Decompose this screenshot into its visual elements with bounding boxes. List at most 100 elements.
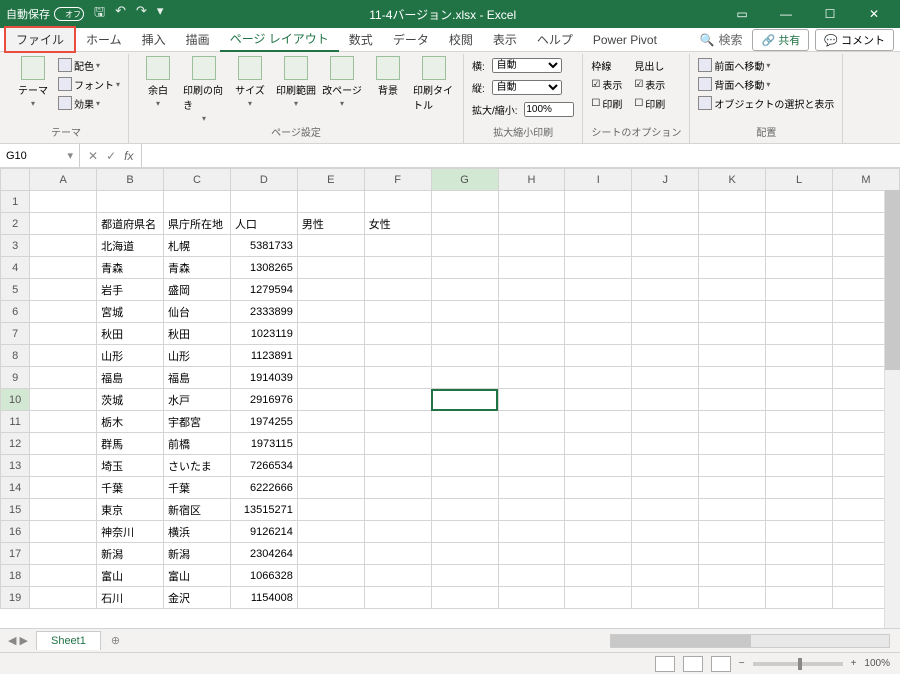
cell[interactable]	[632, 323, 699, 345]
cell[interactable]	[364, 257, 431, 279]
cell[interactable]: 新潟	[164, 543, 231, 565]
cell[interactable]	[632, 301, 699, 323]
cell[interactable]	[699, 345, 766, 367]
row-header[interactable]: 7	[1, 323, 30, 345]
cell[interactable]	[364, 191, 431, 213]
cell[interactable]	[699, 279, 766, 301]
cell[interactable]	[431, 257, 498, 279]
cell[interactable]: 茨城	[97, 389, 164, 411]
cell[interactable]: 東京	[97, 499, 164, 521]
cell[interactable]	[30, 345, 97, 367]
cell[interactable]	[297, 367, 364, 389]
cell[interactable]	[498, 499, 565, 521]
gridlines-view-check[interactable]: ☑ 表示	[591, 75, 622, 93]
headings-view-check[interactable]: ☑ 表示	[634, 75, 665, 93]
cell[interactable]	[699, 367, 766, 389]
row-header[interactable]: 9	[1, 367, 30, 389]
sheet-tab[interactable]: Sheet1	[36, 631, 101, 650]
cell[interactable]: 前橋	[164, 433, 231, 455]
row-header[interactable]: 3	[1, 235, 30, 257]
col-header[interactable]: A	[30, 169, 97, 191]
cell[interactable]	[565, 235, 632, 257]
cell[interactable]	[766, 455, 833, 477]
cell[interactable]	[364, 323, 431, 345]
cell[interactable]	[30, 213, 97, 235]
cell[interactable]	[632, 543, 699, 565]
zoom-level[interactable]: 100%	[864, 658, 890, 669]
col-header[interactable]: D	[230, 169, 297, 191]
cell[interactable]	[632, 257, 699, 279]
col-header[interactable]: L	[766, 169, 833, 191]
cell[interactable]	[766, 587, 833, 609]
cell[interactable]	[431, 521, 498, 543]
cell[interactable]	[766, 565, 833, 587]
cell[interactable]	[766, 543, 833, 565]
tab-page-layout[interactable]: ページ レイアウト	[220, 27, 339, 52]
cell[interactable]	[632, 367, 699, 389]
cell[interactable]	[30, 279, 97, 301]
cell[interactable]	[766, 279, 833, 301]
cell[interactable]: 1914039	[230, 367, 297, 389]
cell[interactable]: 2333899	[230, 301, 297, 323]
horizontal-scrollbar[interactable]	[610, 634, 890, 648]
share-button[interactable]: 🔗 共有	[752, 29, 809, 51]
col-header[interactable]: C	[164, 169, 231, 191]
select-all-corner[interactable]	[1, 169, 30, 191]
cell[interactable]	[364, 345, 431, 367]
row-header[interactable]: 5	[1, 279, 30, 301]
cell[interactable]: 神奈川	[97, 521, 164, 543]
cell[interactable]	[297, 257, 364, 279]
cell[interactable]	[30, 587, 97, 609]
row-header[interactable]: 4	[1, 257, 30, 279]
cell[interactable]	[632, 565, 699, 587]
cell[interactable]	[431, 433, 498, 455]
effects-button[interactable]: 効果	[58, 94, 120, 112]
cell[interactable]	[498, 389, 565, 411]
cell[interactable]	[30, 367, 97, 389]
breaks-button[interactable]: 改ページ	[321, 56, 363, 108]
cell[interactable]	[498, 323, 565, 345]
col-header[interactable]: F	[364, 169, 431, 191]
cell[interactable]: 9126214	[230, 521, 297, 543]
cell[interactable]	[498, 213, 565, 235]
cell[interactable]: さいたま	[164, 455, 231, 477]
pagelayout-view-icon[interactable]	[683, 656, 703, 672]
cell[interactable]	[699, 389, 766, 411]
zoom-in-button[interactable]: +	[851, 658, 857, 669]
row-header[interactable]: 12	[1, 433, 30, 455]
cell[interactable]	[230, 191, 297, 213]
col-header[interactable]: G	[431, 169, 498, 191]
cell[interactable]: 札幌	[164, 235, 231, 257]
cell[interactable]	[766, 367, 833, 389]
cell[interactable]	[565, 477, 632, 499]
row-header[interactable]: 15	[1, 499, 30, 521]
cell[interactable]: 1279594	[230, 279, 297, 301]
save-icon[interactable]: 🖫	[94, 3, 105, 25]
cell[interactable]	[297, 587, 364, 609]
sheet-nav[interactable]: ◀ ▶	[0, 634, 36, 647]
cell[interactable]: 人口	[230, 213, 297, 235]
cell[interactable]	[498, 587, 565, 609]
cell[interactable]	[30, 455, 97, 477]
cell[interactable]	[699, 191, 766, 213]
tab-data[interactable]: データ	[383, 28, 439, 51]
maximize-icon[interactable]: ☐	[810, 0, 850, 28]
cell[interactable]	[565, 587, 632, 609]
cell[interactable]	[699, 455, 766, 477]
cell[interactable]	[699, 301, 766, 323]
cell[interactable]	[297, 345, 364, 367]
cell[interactable]: 群馬	[97, 433, 164, 455]
cell[interactable]	[30, 477, 97, 499]
cell[interactable]	[297, 389, 364, 411]
cell[interactable]: 1023119	[230, 323, 297, 345]
cell[interactable]	[498, 279, 565, 301]
cell[interactable]: 富山	[97, 565, 164, 587]
cell[interactable]	[297, 565, 364, 587]
cell[interactable]	[632, 411, 699, 433]
colors-button[interactable]: 配色	[58, 56, 120, 74]
cell[interactable]: 埼玉	[97, 455, 164, 477]
selection-pane-button[interactable]: オブジェクトの選択と表示	[698, 94, 834, 112]
cell[interactable]	[565, 323, 632, 345]
comment-button[interactable]: 💬 コメント	[815, 29, 894, 51]
size-button[interactable]: サイズ	[229, 56, 271, 108]
